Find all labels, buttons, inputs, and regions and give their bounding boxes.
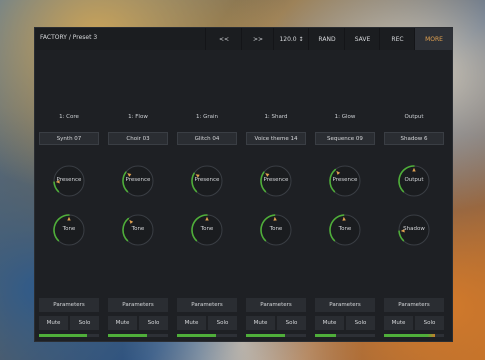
- level-meter-fill: [384, 334, 435, 337]
- knob-2-1[interactable]: Presence: [189, 163, 225, 199]
- tempo-field[interactable]: 120.0 ↕: [273, 28, 309, 50]
- knob-label: Tone: [131, 226, 145, 232]
- knob-label: Tone: [338, 226, 352, 232]
- level-meter: [246, 334, 306, 337]
- channel-strip: 1: Core Synth 07 Presence Tone Parameter…: [39, 50, 99, 341]
- knob-label: Tone: [62, 226, 76, 232]
- knob-label: Shadow: [403, 226, 425, 232]
- mute-button[interactable]: Mute: [39, 316, 68, 330]
- knob-0-2[interactable]: Tone: [51, 212, 87, 248]
- level-meter-fill: [177, 334, 216, 337]
- knob-5-2[interactable]: Shadow: [396, 212, 432, 248]
- level-meter: [108, 334, 168, 337]
- mixer-panel: FACTORY / Preset 3 << >> 120.0 ↕ RAND SA…: [34, 27, 453, 342]
- knob-1-2[interactable]: Tone: [120, 212, 156, 248]
- level-meter-fill: [246, 334, 285, 337]
- save-button[interactable]: SAVE: [344, 28, 380, 50]
- parameters-button[interactable]: Parameters: [177, 298, 237, 312]
- knob-label: Presence: [332, 177, 358, 183]
- mute-button[interactable]: Mute: [177, 316, 206, 330]
- channel-strip: 1: Shard Voice theme 14 Presence Tone Pa…: [246, 50, 306, 341]
- channel-name: 1: Grain: [195, 114, 218, 120]
- knob-label: Presence: [125, 177, 151, 183]
- level-meter: [315, 334, 375, 337]
- knob-3-2[interactable]: Tone: [258, 212, 294, 248]
- level-meter-fill: [315, 334, 336, 337]
- knob-label: Tone: [200, 226, 214, 232]
- parameters-button[interactable]: Parameters: [39, 298, 99, 312]
- knob-0-1[interactable]: Presence: [51, 163, 87, 199]
- solo-button[interactable]: Solo: [139, 316, 168, 330]
- solo-button[interactable]: Solo: [346, 316, 375, 330]
- knob-label: Presence: [194, 177, 220, 183]
- preset-selector[interactable]: Choir 03: [108, 132, 168, 145]
- knob-label: Output: [404, 177, 424, 183]
- preset-selector[interactable]: Glitch 04: [177, 132, 237, 145]
- parameters-button[interactable]: Parameters: [384, 298, 444, 312]
- level-meter: [177, 334, 237, 337]
- level-meter-fill: [39, 334, 87, 337]
- level-meter-fill: [108, 334, 147, 337]
- knob-3-1[interactable]: Presence: [258, 163, 294, 199]
- parameters-button[interactable]: Parameters: [315, 298, 375, 312]
- top-bar: FACTORY / Preset 3 << >> 120.0 ↕ RAND SA…: [35, 28, 453, 50]
- knob-label: Presence: [56, 177, 82, 183]
- solo-button[interactable]: Solo: [415, 316, 444, 330]
- knob-label: Presence: [263, 177, 289, 183]
- rec-button[interactable]: REC: [379, 28, 415, 50]
- preset-selector[interactable]: Synth 07: [39, 132, 99, 145]
- random-button[interactable]: RAND: [308, 28, 345, 50]
- more-button[interactable]: MORE: [414, 28, 453, 50]
- solo-button[interactable]: Solo: [70, 316, 99, 330]
- mute-button[interactable]: Mute: [384, 316, 413, 330]
- preset-selector[interactable]: Voice theme 14: [246, 132, 306, 145]
- channel-strip: 1: Glow Sequence 09 Presence Tone Parame…: [315, 50, 375, 341]
- channel-name: 1: Shard: [264, 114, 288, 120]
- knob-label: Tone: [269, 226, 283, 232]
- level-meter: [39, 334, 99, 337]
- knob-1-1[interactable]: Presence: [120, 163, 156, 199]
- channel-name: 1: Flow: [128, 114, 148, 120]
- channel-name: 1: Glow: [334, 114, 356, 120]
- channel-strip: 1: Flow Choir 03 Presence Tone Parameter…: [108, 50, 168, 341]
- preset-title: FACTORY / Preset 3: [40, 34, 98, 41]
- knob-4-1[interactable]: Presence: [327, 163, 363, 199]
- parameters-button[interactable]: Parameters: [108, 298, 168, 312]
- channel-name: Output: [404, 114, 424, 120]
- mute-button[interactable]: Mute: [315, 316, 344, 330]
- mute-button[interactable]: Mute: [108, 316, 137, 330]
- mute-button[interactable]: Mute: [246, 316, 275, 330]
- knob-4-2[interactable]: Tone: [327, 212, 363, 248]
- knob-2-2[interactable]: Tone: [189, 212, 225, 248]
- solo-button[interactable]: Solo: [277, 316, 306, 330]
- channel-strip: Output Shadow 6 Output Shadow Parameters…: [384, 50, 444, 341]
- channel-name: 1: Core: [59, 114, 79, 120]
- solo-button[interactable]: Solo: [208, 316, 237, 330]
- preset-selector[interactable]: Sequence 09: [315, 132, 375, 145]
- knob-5-1[interactable]: Output: [396, 163, 432, 199]
- next-button[interactable]: >>: [241, 28, 274, 50]
- preset-selector[interactable]: Shadow 6: [384, 132, 444, 145]
- parameters-button[interactable]: Parameters: [246, 298, 306, 312]
- level-meter: [384, 334, 444, 337]
- channel-strip: 1: Grain Glitch 04 Presence Tone Paramet…: [177, 50, 237, 341]
- prev-button[interactable]: <<: [205, 28, 242, 50]
